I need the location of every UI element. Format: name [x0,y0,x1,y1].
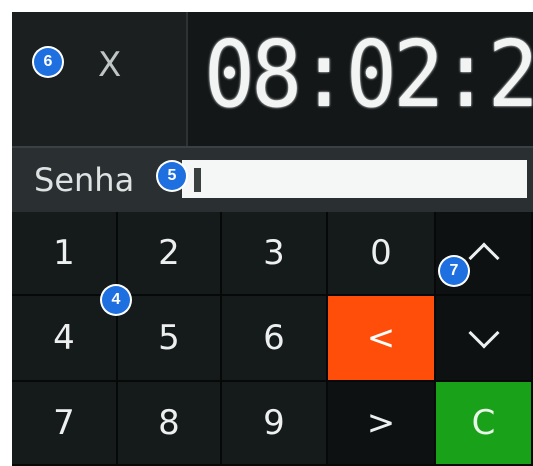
scroll-down-button[interactable] [436,296,533,382]
clock-area: 08:02:23 [188,12,533,146]
header-bar: X 08:02:23 [12,12,533,146]
password-label: Senha [34,161,135,199]
key-6[interactable]: 6 [222,296,328,382]
badge-4: 4 [102,286,130,314]
lock-panel: X 08:02:23 Senha 1 2 3 0 4 5 6 < 7 8 9 >… [12,12,533,466]
badge-5: 5 [158,162,186,190]
text-cursor [194,168,201,192]
badge-7: 7 [440,257,468,285]
key-8[interactable]: 8 [118,382,222,466]
key-1[interactable]: 1 [12,212,118,296]
clock-display: 08:02:23 [204,21,533,128]
badge-6: 6 [34,48,62,76]
close-button[interactable]: X [98,48,121,82]
keypad: 1 2 3 0 4 5 6 < 7 8 9 > C [12,212,533,466]
chevron-up-icon [467,242,500,274]
forward-button[interactable]: > [328,382,436,466]
clear-button[interactable]: C [436,382,533,466]
key-5[interactable]: 5 [118,296,222,382]
chevron-down-icon [467,317,500,349]
key-0[interactable]: 0 [328,212,436,296]
key-2[interactable]: 2 [118,212,222,296]
key-9[interactable]: 9 [222,382,328,466]
backspace-button[interactable]: < [328,296,436,382]
password-input[interactable] [182,160,527,198]
close-area: X [12,12,188,146]
key-4[interactable]: 4 [12,296,118,382]
key-3[interactable]: 3 [222,212,328,296]
key-7[interactable]: 7 [12,382,118,466]
password-row: Senha [12,146,533,214]
